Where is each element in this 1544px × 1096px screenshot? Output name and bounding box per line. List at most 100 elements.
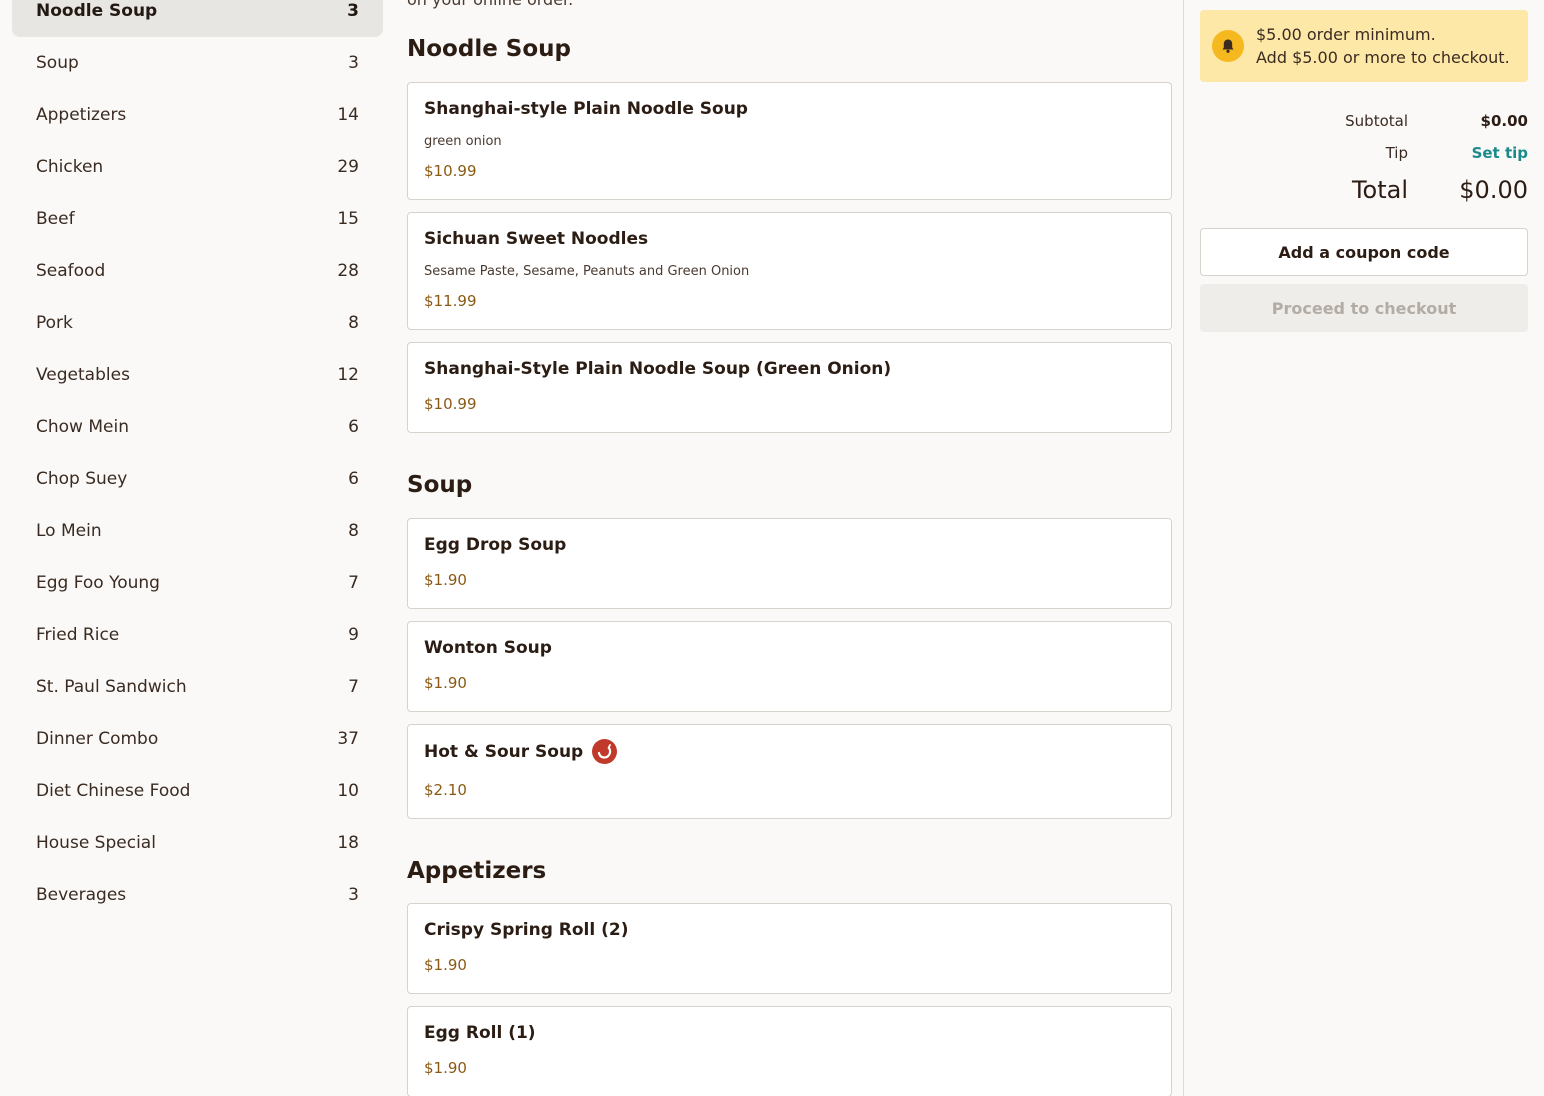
menu-item-name: Egg Drop Soup — [424, 535, 567, 555]
menu-item-name: Hot & Sour Soup — [424, 741, 584, 762]
menu-item-name: Sichuan Sweet Noodles — [424, 229, 649, 249]
category-item-st-paul-sandwich[interactable]: St. Paul Sandwich 7 — [12, 661, 383, 713]
menu-item-card[interactable]: Egg Roll (1) $1.90 — [407, 1006, 1172, 1096]
category-count: 18 — [337, 833, 359, 853]
category-count: 28 — [337, 261, 359, 281]
total-label: Total — [1351, 176, 1408, 204]
menu-item-price: $1.90 — [424, 956, 467, 974]
spicy-pepper-icon — [592, 739, 618, 764]
category-label: Vegetables — [36, 365, 130, 385]
category-count: 8 — [348, 313, 359, 333]
category-item-beverages[interactable]: Beverages 3 — [12, 869, 383, 921]
category-item-dinner-combo[interactable]: Dinner Combo 37 — [12, 713, 383, 765]
category-item-chicken[interactable]: Chicken 29 — [12, 141, 383, 193]
category-label: Soup — [36, 53, 79, 73]
menu-item-price: $10.99 — [424, 395, 477, 413]
category-count: 8 — [348, 521, 359, 541]
category-item-chow-mein[interactable]: Chow Mein 6 — [12, 401, 383, 453]
menu-item-price: $1.90 — [424, 1059, 467, 1077]
category-item-beef[interactable]: Beef 15 — [12, 193, 383, 245]
category-label: Chop Suey — [36, 469, 128, 489]
menu-item-name: Wonton Soup — [424, 638, 552, 658]
category-count: 3 — [348, 885, 359, 905]
category-count: 6 — [348, 469, 359, 489]
category-item-appetizers[interactable]: Appetizers 14 — [12, 89, 383, 141]
category-count: 15 — [337, 209, 359, 229]
order-minimum-line: $5.00 order minimum. — [1256, 25, 1436, 44]
bell-icon — [1212, 30, 1244, 62]
section-title-soup: Soup — [407, 472, 473, 498]
category-count: 3 — [347, 1, 359, 21]
menu-item-name: Shanghai-style Plain Noodle Soup — [424, 99, 748, 119]
category-count: 6 — [348, 417, 359, 437]
category-item-egg-foo-young[interactable]: Egg Foo Young 7 — [12, 557, 383, 609]
total-value: $0.00 — [1459, 176, 1528, 204]
menu-item-description: Sesame Paste, Sesame, Peanuts and Green … — [424, 264, 750, 279]
set-tip-link[interactable]: Set tip — [1472, 144, 1528, 162]
menu-item-price: $10.99 — [424, 162, 477, 180]
category-item-fried-rice[interactable]: Fried Rice 9 — [12, 609, 383, 661]
section-title-noodle-soup: Noodle Soup — [407, 36, 572, 62]
category-label: Seafood — [36, 261, 106, 281]
category-item-lo-mein[interactable]: Lo Mein 8 — [12, 505, 383, 557]
category-count: 10 — [337, 781, 359, 801]
menu-item-card[interactable]: Shanghai-style Plain Noodle Soup green o… — [407, 82, 1172, 200]
category-item-vegetables[interactable]: Vegetables 12 — [12, 349, 383, 401]
menu-item-card[interactable]: Hot & Sour Soup $2.10 — [407, 724, 1172, 819]
category-count: 9 — [348, 625, 359, 645]
menu-item-card[interactable]: Sichuan Sweet Noodles Sesame Paste, Sesa… — [407, 212, 1172, 330]
category-label: Beverages — [36, 885, 127, 905]
category-sidebar: Noodle Soup 3 Soup 3 Appetizers 14 Chicken 2… — [0, 0, 395, 1096]
category-label: Beef — [36, 209, 75, 229]
menu-item-name: Shanghai-Style Plain Noodle Soup (Green … — [424, 359, 892, 379]
category-item-house-special[interactable]: House Special 18 — [12, 817, 383, 869]
category-count: 7 — [348, 677, 359, 697]
add-coupon-button[interactable]: Add a coupon code — [1200, 228, 1528, 276]
category-count: 14 — [337, 105, 359, 125]
menu-item-price: $1.90 — [424, 674, 467, 692]
category-count: 7 — [348, 573, 359, 593]
category-item-soup[interactable]: Soup 3 — [12, 37, 383, 89]
category-label: Pork — [36, 313, 73, 333]
category-count: 37 — [337, 729, 359, 749]
category-count: 12 — [337, 365, 359, 385]
category-label: Lo Mein — [36, 521, 102, 541]
menu-item-card[interactable]: Wonton Soup $1.90 — [407, 621, 1172, 712]
menu-item-price: $1.90 — [424, 571, 467, 589]
category-count: 29 — [337, 157, 359, 177]
menu-item-name: Egg Roll (1) — [424, 1023, 536, 1043]
section-title-appetizers: Appetizers — [407, 858, 547, 884]
menu-item-card[interactable]: Egg Drop Soup $1.90 — [407, 518, 1172, 609]
category-label: Chow Mein — [36, 417, 129, 437]
category-label: Chicken — [36, 157, 104, 177]
category-item-seafood[interactable]: Seafood 28 — [12, 245, 383, 297]
menu-item-price: $11.99 — [424, 292, 477, 310]
category-item-chop-suey[interactable]: Chop Suey 6 — [12, 453, 383, 505]
tip-label: Tip — [1385, 144, 1408, 162]
category-label: Dinner Combo — [36, 729, 159, 749]
category-label: Appetizers — [36, 105, 127, 125]
order-minimum-message: $5.00 order minimum. Add $5.00 or more t… — [1256, 23, 1510, 69]
category-item-pork[interactable]: Pork 8 — [12, 297, 383, 349]
menu-item-card[interactable]: Crispy Spring Roll (2) $1.90 — [407, 903, 1172, 994]
category-item-noodle-soup[interactable]: Noodle Soup 3 — [12, 0, 383, 37]
category-label: Noodle Soup — [36, 1, 158, 21]
category-item-diet-chinese-food[interactable]: Diet Chinese Food 10 — [12, 765, 383, 817]
subtotal-label: Subtotal — [1345, 112, 1408, 130]
category-list: Noodle Soup 3 Soup 3 Appetizers 14 Chicken 2… — [12, 0, 383, 921]
order-minimum-notice: $5.00 order minimum. Add $5.00 or more t… — [1200, 10, 1528, 82]
menu-item-name: Crispy Spring Roll (2) — [424, 920, 629, 940]
category-label: House Special — [36, 833, 156, 853]
order-minimum-hint: Add $5.00 or more to checkout. — [1256, 48, 1510, 67]
category-count: 3 — [348, 53, 359, 73]
menu-item-card[interactable]: Shanghai-Style Plain Noodle Soup (Green … — [407, 342, 1172, 433]
menu-intro-text: on your online order. — [407, 0, 573, 9]
menu-item-price: $2.10 — [424, 781, 467, 799]
category-label: Diet Chinese Food — [36, 781, 191, 801]
category-label: St. Paul Sandwich — [36, 677, 187, 697]
category-label: Egg Foo Young — [36, 573, 160, 593]
menu-item-description: green onion — [424, 134, 502, 149]
subtotal-value: $0.00 — [1480, 112, 1528, 130]
proceed-to-checkout-button: Proceed to checkout — [1200, 284, 1528, 332]
column-divider — [1183, 0, 1184, 1096]
